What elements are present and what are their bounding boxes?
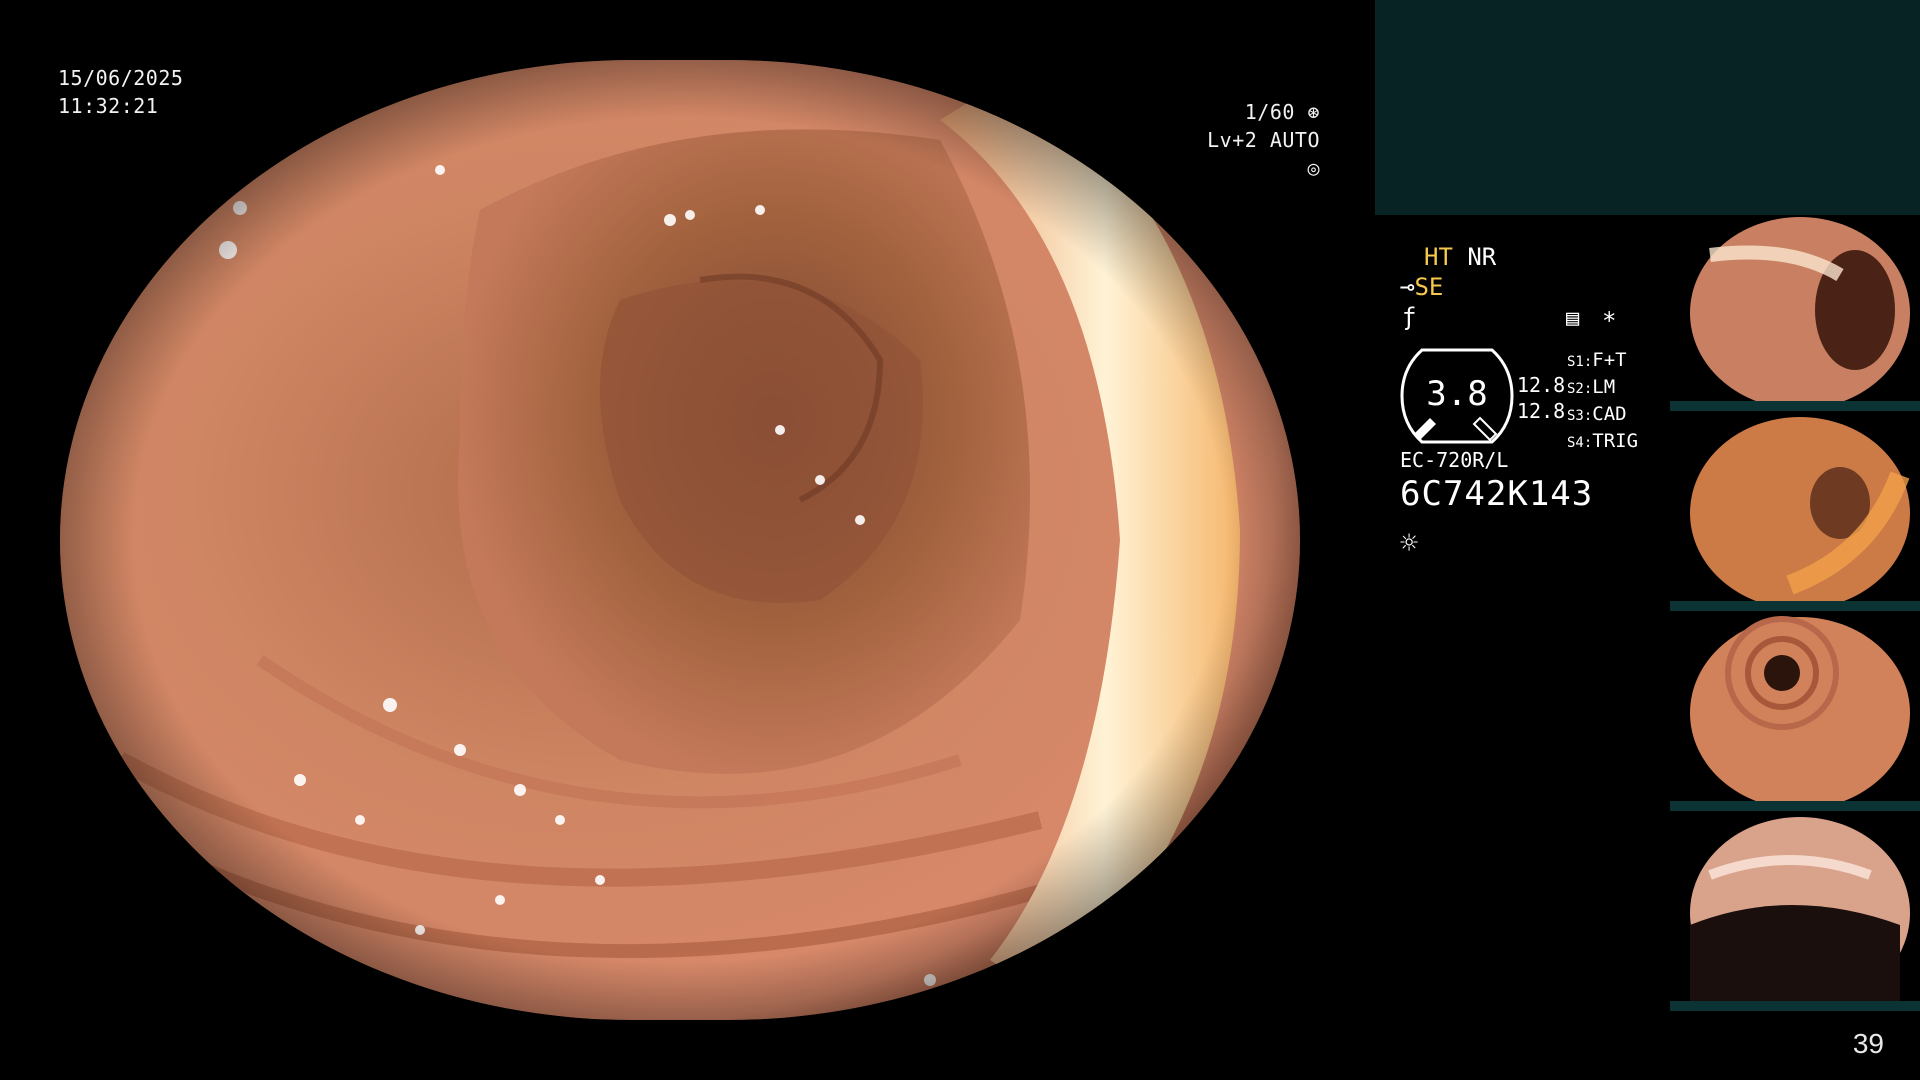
date-text: 15/06/2025 <box>58 66 184 90</box>
shutter-text: 1/60 <box>1244 100 1295 124</box>
main-endoscopy-view <box>60 60 1300 1020</box>
nr-label: NR <box>1467 243 1497 271</box>
asterisk-icon: * <box>1602 307 1617 335</box>
memory-card-icon: ▤ <box>1566 306 1580 331</box>
shutter-icon: ⊛ <box>1307 100 1320 124</box>
scope-values: 12.8 12.8 <box>1517 372 1565 424</box>
scope-value-1: 12.8 <box>1517 373 1566 397</box>
scope-value-2: 12.8 <box>1517 399 1566 423</box>
thumbnail-2[interactable] <box>1670 415 1920 611</box>
scope-serial: 6C742K143 <box>1400 474 1594 514</box>
structure-enhancement-icon: ⊸ <box>1400 273 1415 301</box>
page-number: 39 <box>1852 1028 1884 1059</box>
zoom-value: 3.8 <box>1426 374 1488 414</box>
ht-nr-row: HT NR <box>1424 242 1496 272</box>
se-label: SE <box>1414 273 1444 301</box>
s-setting-row: S1:F+T <box>1567 349 1627 371</box>
freeze-icon: ƒ <box>1402 303 1417 331</box>
datetime-block: 15/06/2025 11:32:21 <box>58 64 183 120</box>
scope-model: EC-720R/L <box>1400 448 1509 472</box>
ht-label: HT <box>1424 243 1453 271</box>
s-settings-list: S1:F+T S2:LM S3:CAD S4:TRIG <box>1567 348 1638 456</box>
thumbnail-1[interactable] <box>1670 215 1920 411</box>
thumbnail-3[interactable] <box>1670 615 1920 811</box>
s-setting-row: S3:CAD <box>1567 403 1627 425</box>
live-preview-box <box>1375 0 1920 215</box>
light-icon: ☼ <box>1400 526 1419 561</box>
exposure-block: 1/60 ⊛ Lv+2 AUTO ◎ <box>1190 98 1320 182</box>
time-text: 11:32:21 <box>58 94 159 118</box>
thumbnail-4[interactable] <box>1670 815 1920 1011</box>
colon-image <box>60 60 1300 1020</box>
iris-text: Lv+2 AUTO <box>1207 128 1320 152</box>
iris-icon: ◎ <box>1307 156 1320 180</box>
s-setting-row: S2:LM <box>1567 376 1616 398</box>
s-setting-row: S4:TRIG <box>1567 430 1639 452</box>
se-row: ⊸SE <box>1400 272 1443 302</box>
